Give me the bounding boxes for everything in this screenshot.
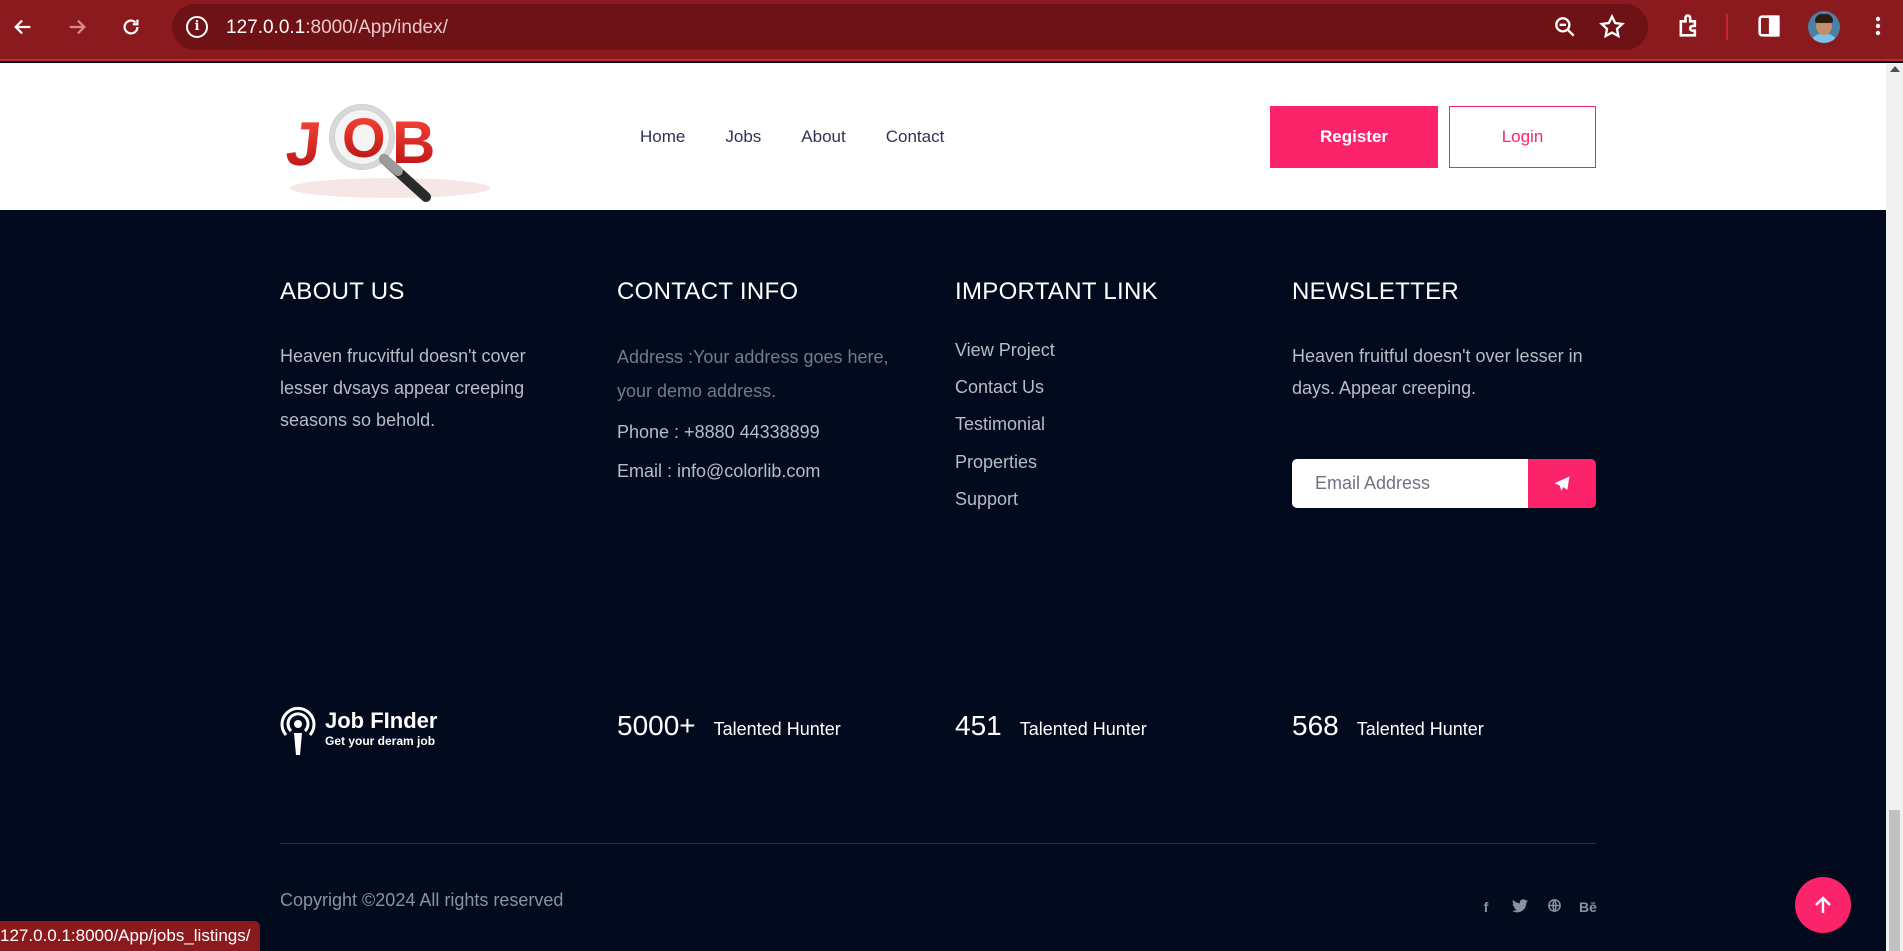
- twitter-icon[interactable]: [1510, 898, 1530, 916]
- link-properties[interactable]: Properties: [955, 452, 1055, 489]
- footer-divider: [280, 843, 1596, 844]
- social-links: f Bē: [1476, 898, 1598, 916]
- link-testimonial[interactable]: Testimonial: [955, 414, 1055, 451]
- facebook-icon[interactable]: f: [1476, 899, 1496, 915]
- newsletter-form: [1292, 459, 1596, 508]
- link-support[interactable]: Support: [955, 489, 1055, 526]
- profile-avatar[interactable]: [1808, 11, 1840, 43]
- url-text[interactable]: 127.0.0.1:8000/App/index/: [226, 17, 448, 39]
- stat-value: 5000+: [617, 710, 696, 741]
- contact-phone: Phone : +8880 44338899: [617, 422, 820, 442]
- footer-contact: CONTACT INFO Address :Your address goes …: [617, 278, 917, 481]
- nav-about[interactable]: About: [801, 127, 845, 147]
- about-text: Heaven frucvitful doesn't cover lesser d…: [280, 346, 526, 430]
- footer-about: ABOUT US Heaven frucvitful doesn't cover…: [280, 278, 580, 430]
- nav-contact[interactable]: Contact: [886, 127, 945, 147]
- links-title: IMPORTANT LINK: [955, 278, 1158, 305]
- main-nav: Home Jobs About Contact: [640, 127, 984, 147]
- link-status-bar: 127.0.0.1:8000/App/jobs_listings/: [0, 921, 261, 951]
- stat-item: 451 Talented Hunter: [955, 710, 1147, 742]
- menu-kebab-icon[interactable]: [1866, 14, 1890, 38]
- stat-value: 451: [955, 710, 1002, 741]
- scroll-up-arrow-icon[interactable]: [1890, 66, 1900, 72]
- zoom-icon[interactable]: [1552, 14, 1578, 40]
- side-panel-icon[interactable]: [1755, 12, 1783, 40]
- link-view-project[interactable]: View Project: [955, 340, 1055, 377]
- browser-toolbar: i 127.0.0.1:8000/App/index/: [0, 0, 1903, 61]
- brand-name: Job FInder: [325, 708, 438, 733]
- email-field[interactable]: [1292, 459, 1528, 508]
- reload-icon[interactable]: [114, 10, 148, 44]
- arrow-up-icon: [1815, 896, 1831, 913]
- job-logo[interactable]: J O B: [280, 93, 510, 203]
- toolbar-separator: [1726, 14, 1728, 40]
- stat-label: Talented Hunter: [1019, 719, 1147, 739]
- back-icon[interactable]: [6, 10, 40, 44]
- copyright-text: Copyright ©2024 All rights reserved: [280, 890, 564, 910]
- newsletter-text: Heaven fruitful doesn't over lesser in d…: [1292, 346, 1583, 398]
- behance-icon[interactable]: Bē: [1578, 899, 1598, 915]
- stat-item: 5000+ Talented Hunter: [617, 710, 841, 742]
- nav-home[interactable]: Home: [640, 127, 685, 147]
- register-button[interactable]: Register: [1270, 106, 1438, 168]
- newsletter-submit-button[interactable]: [1528, 459, 1596, 508]
- send-plane-icon: [1554, 476, 1570, 491]
- footer-newsletter: NEWSLETTER Heaven fruitful doesn't over …: [1292, 278, 1592, 398]
- link-contact-us[interactable]: Contact Us: [955, 377, 1055, 414]
- contact-title: CONTACT INFO: [617, 278, 799, 305]
- login-button[interactable]: Login: [1449, 106, 1596, 168]
- stat-label: Talented Hunter: [713, 719, 841, 739]
- stat-value: 568: [1292, 710, 1339, 741]
- contact-email: Email : info@colorlib.com: [617, 461, 821, 481]
- stat-item: 568 Talented Hunter: [1292, 710, 1484, 742]
- back-to-top-button[interactable]: [1795, 877, 1851, 933]
- globe-icon[interactable]: [1544, 898, 1564, 916]
- forward-icon[interactable]: [60, 10, 94, 44]
- extensions-icon[interactable]: [1675, 12, 1703, 40]
- site-header: J O B Home Jobs About Contact Register L…: [0, 63, 1886, 210]
- bookmark-star-icon[interactable]: [1598, 13, 1626, 41]
- brand-tagline: Get your deram job: [325, 734, 436, 748]
- scrollbar-thumb[interactable]: [1889, 810, 1900, 951]
- address-bar[interactable]: i 127.0.0.1:8000/App/index/: [172, 4, 1648, 50]
- footer-brand-logo[interactable]: Job FInder Get your deram job: [278, 705, 458, 755]
- broadcast-person-icon: [280, 706, 316, 755]
- contact-address: Address :Your address goes here, your de…: [617, 347, 889, 401]
- svg-text:J: J: [283, 110, 323, 179]
- about-title: ABOUT US: [280, 278, 405, 305]
- nav-jobs[interactable]: Jobs: [725, 127, 761, 147]
- stat-label: Talented Hunter: [1356, 719, 1484, 739]
- newsletter-title: NEWSLETTER: [1292, 278, 1460, 305]
- site-info-icon[interactable]: i: [186, 16, 208, 38]
- footer-links: IMPORTANT LINK View Project Contact Us T…: [955, 278, 1255, 509]
